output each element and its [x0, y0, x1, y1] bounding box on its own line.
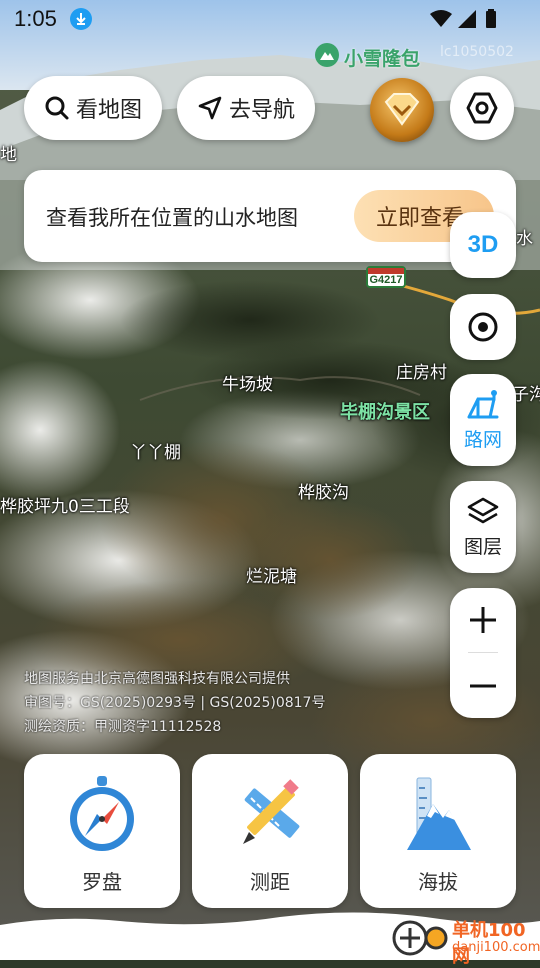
signal-icon	[458, 10, 476, 28]
download-icon	[70, 8, 92, 30]
zoom-divider	[468, 652, 498, 653]
vip-badge-button[interactable]	[370, 78, 434, 142]
layers-icon	[467, 497, 499, 523]
layers-label: 图层	[463, 535, 502, 558]
map-label-edge-left: 地	[0, 145, 17, 165]
3d-toggle-button[interactable]: 3D	[450, 212, 516, 278]
peak-label[interactable]: 小雪隆包	[312, 40, 422, 70]
diamond-icon	[384, 93, 420, 126]
map-label-farm-village[interactable]: 庄房村	[396, 358, 447, 383]
watermark: 单机100网 danji100.com	[392, 914, 540, 967]
plus-icon	[470, 607, 496, 633]
layers-button[interactable]: 图层	[450, 481, 516, 573]
gear-icon	[466, 92, 498, 124]
zoom-out-button[interactable]	[450, 654, 516, 718]
navigate-button[interactable]: 去导航	[177, 76, 315, 140]
view-map-label: 看地图	[75, 98, 142, 123]
measure-tool-card[interactable]: 测距	[192, 754, 348, 908]
banner-text: 查看我所在位置的山水地图	[46, 206, 298, 230]
map-label-yayapeng[interactable]: 丫丫棚	[130, 438, 181, 463]
zoom-control	[450, 588, 516, 718]
status-icons	[430, 8, 510, 30]
road-network-button[interactable]: 路网	[450, 374, 516, 466]
navigate-label: 去导航	[228, 98, 295, 123]
measure-label: 测距	[250, 870, 290, 894]
locate-button[interactable]	[450, 294, 516, 360]
navigation-arrow-icon	[198, 96, 222, 120]
location-banner[interactable]: 查看我所在位置的山水地图 立即查看	[24, 170, 516, 262]
road-network-label: 路网	[463, 428, 502, 451]
watermark-logo-icon	[392, 920, 448, 956]
compass-tool-card[interactable]: 罗盘	[24, 754, 180, 908]
mountain-altitude-icon	[407, 777, 471, 850]
search-icon	[45, 96, 69, 120]
map-label-edge-right-1: 水	[516, 229, 533, 249]
map-label-edge-right-2: 子沟	[512, 385, 540, 405]
compass-label: 罗盘	[82, 870, 122, 894]
map-credit-qualification: 测绘资质：甲测资字11112528	[24, 719, 222, 735]
ruler-pencil-icon	[243, 779, 300, 844]
settings-button[interactable]	[450, 76, 514, 140]
battery-icon	[486, 9, 496, 28]
minus-icon	[470, 684, 496, 688]
locate-target-icon	[468, 312, 498, 342]
map-label-scenic-area[interactable]: 毕棚沟景区	[340, 398, 430, 424]
map-label-huapigou[interactable]: 桦胶沟	[298, 478, 349, 503]
map-label-worksite[interactable]: 桦胶坪九0三工段	[0, 492, 130, 517]
watermark-url: danji100.com	[452, 940, 540, 955]
status-time: 1:05	[14, 6, 57, 31]
altitude-label: 海拔	[418, 870, 458, 894]
road-network-icon	[467, 389, 499, 418]
altitude-tool-card[interactable]: 海拔	[360, 754, 516, 908]
zoom-in-button[interactable]	[450, 588, 516, 652]
wifi-icon	[430, 10, 452, 27]
faded-map-code: lc1050502	[440, 44, 514, 60]
peak-marker-icon	[315, 43, 339, 67]
view-map-button[interactable]: 看地图	[24, 76, 162, 140]
compass-icon	[70, 776, 134, 851]
map-credit-approval: 审图号：GS(2025)0293号 | GS(2025)0817号	[24, 695, 326, 711]
map-label-niuchangpo[interactable]: 牛场坡	[222, 370, 273, 395]
map-label-lanniyu[interactable]: 烂泥塘	[246, 562, 297, 587]
road-shield: G4217	[366, 266, 406, 288]
status-bar: 1:05	[0, 0, 540, 40]
map-credit-provider: 地图服务由北京高德图强科技有限公司提供	[24, 671, 290, 687]
